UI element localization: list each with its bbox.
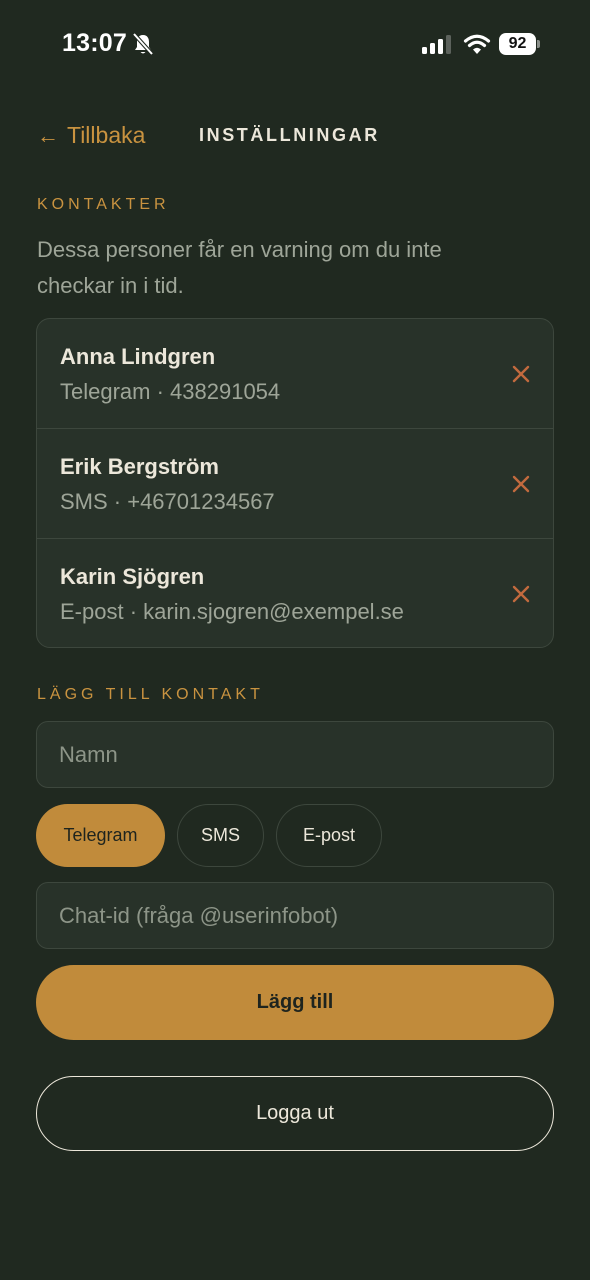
back-button[interactable]: ← Tillbaka [37, 122, 145, 149]
name-input[interactable] [36, 721, 554, 788]
chat-id-input[interactable] [36, 882, 554, 949]
contact-name: Erik Bergström [60, 454, 219, 479]
contacts-description: Dessa personer får en varning om du inte… [37, 237, 442, 298]
channel-chip-telegram[interactable]: Telegram [36, 804, 165, 867]
signal-icon [422, 35, 451, 54]
contacts-section-label: KONTAKTER [37, 196, 170, 213]
contact-row: Karin Sjögren E-post · karin.sjogren@exe… [37, 539, 553, 647]
add-contact-section-label: LÄGG TILL KONTAKT [37, 686, 264, 703]
close-icon[interactable] [509, 472, 533, 496]
add-contact-button[interactable]: Lägg till [36, 965, 554, 1040]
contact-detail: SMS · +46701234567 [60, 489, 275, 514]
status-time: 13:07 [62, 29, 127, 57]
close-icon[interactable] [509, 362, 533, 386]
contact-name: Anna Lindgren [60, 344, 216, 369]
wifi-icon [463, 34, 491, 54]
contact-row: Anna Lindgren Telegram · 438291054 [37, 319, 553, 429]
contact-row: Erik Bergström SMS · +46701234567 [37, 429, 553, 539]
battery-tip [537, 40, 540, 48]
contact-list: Anna Lindgren Telegram · 438291054 Erik … [36, 318, 554, 648]
bell-slash-icon [132, 32, 154, 56]
back-arrow-icon: ← [37, 122, 59, 148]
back-button-label: Tillbaka [67, 122, 146, 148]
contact-detail: Telegram · 438291054 [60, 379, 281, 404]
battery-level: 92 [499, 33, 536, 55]
settings-screen: 13:07 92 ← Tillbaka INSTÄLLNINGAR KONTAK… [0, 0, 590, 1280]
channel-chip-sms[interactable]: SMS [177, 804, 264, 867]
battery-icon: 92 [499, 33, 541, 55]
channel-chip-epost[interactable]: E-post [276, 804, 382, 867]
status-bar: 13:07 92 [0, 0, 590, 90]
page-title: INSTÄLLNINGAR [199, 125, 380, 145]
close-icon[interactable] [509, 582, 533, 606]
contact-name: Karin Sjögren [60, 564, 205, 589]
logout-button[interactable]: Logga ut [36, 1076, 554, 1151]
contact-detail: E-post · karin.sjogren@exempel.se [60, 599, 404, 624]
